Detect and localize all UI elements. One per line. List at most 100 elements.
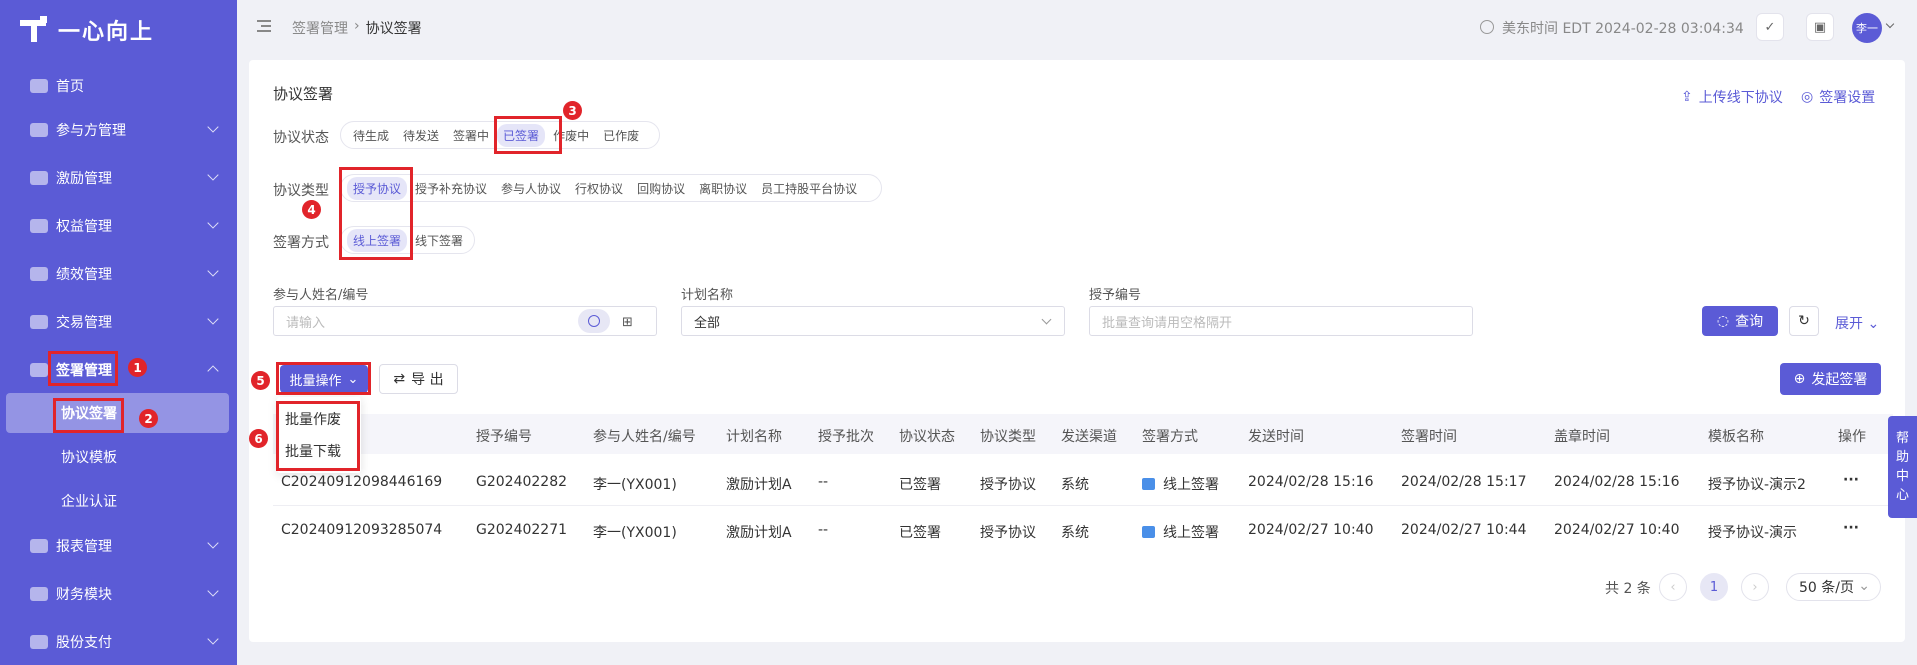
chevron-down-icon bbox=[207, 169, 219, 181]
sidebar-item-performance[interactable]: 绩效管理 bbox=[0, 254, 237, 294]
sidebar-subitem-enterprise-auth[interactable]: 企业认证 bbox=[0, 481, 237, 521]
chevron-down-icon bbox=[207, 217, 219, 229]
reports-icon bbox=[30, 539, 48, 553]
grant-placeholder: 批量查询请用空格隔开 bbox=[1102, 315, 1233, 331]
type-tab-exercise[interactable]: 行权协议 bbox=[569, 177, 629, 200]
sidebar-item-signing[interactable]: 签署管理 bbox=[0, 350, 237, 390]
seal-time-cell: 2024/02/28 15:16 bbox=[1554, 474, 1680, 490]
sidebar-item-home[interactable]: 首页 bbox=[0, 66, 237, 106]
signing-settings-link[interactable]: ◎ 签署设置 bbox=[1801, 87, 1875, 107]
sidebar-item-equity[interactable]: 权益管理 bbox=[0, 206, 237, 246]
breadcrumb-item[interactable]: 签署管理 bbox=[292, 18, 348, 38]
help-char: 助 bbox=[1895, 450, 1909, 465]
query-button-label: 查询 bbox=[1735, 314, 1764, 330]
query-button[interactable]: ◌ 查询 bbox=[1702, 306, 1778, 336]
plan-name-cell: 激励计划A bbox=[726, 477, 792, 493]
upload-offline-agreement-link[interactable]: ⇪ 上传线下协议 bbox=[1681, 87, 1783, 107]
status-tab-pending-send[interactable]: 待发送 bbox=[397, 124, 445, 147]
page-title: 协议签署 bbox=[273, 85, 334, 103]
launch-signing-label: 发起签署 bbox=[1811, 372, 1868, 388]
type-tab-esop-platform[interactable]: 员工持股平台协议 bbox=[755, 177, 863, 200]
participant-field-label: 参与人姓名/编号 bbox=[273, 288, 369, 303]
type-tab-group: 授予协议 授予补充协议 参与人协议 行权协议 回购协议 离职协议 员工持股平台协… bbox=[340, 174, 882, 202]
next-page-button[interactable]: › bbox=[1741, 573, 1769, 601]
gift-icon: ▣ bbox=[1813, 19, 1827, 35]
chevron-down-icon: ⌄ bbox=[1867, 316, 1880, 332]
export-button[interactable]: ⇄ 导 出 bbox=[379, 364, 458, 394]
annotation-box bbox=[494, 116, 562, 154]
collapse-menu-icon[interactable] bbox=[257, 20, 271, 32]
scan-icon[interactable] bbox=[578, 309, 610, 333]
column-header: 发送时间 bbox=[1248, 429, 1304, 445]
sidebar-item-share-payment[interactable]: 股份支付 bbox=[0, 622, 237, 662]
page-size-select[interactable]: 50 条/页 ⌄ bbox=[1786, 573, 1881, 601]
status-tab-signing[interactable]: 签署中 bbox=[447, 124, 495, 147]
help-center-tab[interactable]: 帮 助 中 心 bbox=[1888, 416, 1917, 518]
annotation-box bbox=[339, 167, 413, 260]
participant-placeholder: 请输入 bbox=[286, 315, 326, 331]
type-tab-resignation[interactable]: 离职协议 bbox=[693, 177, 753, 200]
sidebar-item-trading[interactable]: 交易管理 bbox=[0, 302, 237, 342]
batch-select-icon[interactable]: ⊞ bbox=[622, 315, 633, 330]
channel-cell: 系统 bbox=[1061, 477, 1089, 493]
grant-batch-cell: -- bbox=[818, 474, 829, 490]
sidebar-subitem-agreement-template[interactable]: 协议模板 bbox=[0, 437, 237, 477]
type-tab-participant[interactable]: 参与人协议 bbox=[495, 177, 567, 200]
type-filter-label: 协议类型 bbox=[273, 183, 329, 199]
launch-signing-button[interactable]: ⊕ 发起签署 bbox=[1780, 363, 1881, 395]
grant-number-input[interactable]: 批量查询请用空格隔开 bbox=[1089, 306, 1473, 336]
column-header: 盖章时间 bbox=[1554, 429, 1610, 445]
method-tab-offline[interactable]: 线下签署 bbox=[409, 229, 469, 252]
trading-icon bbox=[30, 315, 48, 329]
plan-select[interactable]: 全部 bbox=[681, 306, 1065, 336]
type-cell: 授予协议 bbox=[980, 525, 1036, 541]
status-tab-pending-generate[interactable]: 待生成 bbox=[347, 124, 395, 147]
sidebar-item-label: 首页 bbox=[56, 79, 84, 95]
sidebar-item-incentive[interactable]: 激励管理 bbox=[0, 158, 237, 198]
avatar[interactable]: 李一 bbox=[1852, 13, 1882, 43]
column-header: 签署时间 bbox=[1401, 429, 1457, 445]
equity-icon bbox=[30, 219, 48, 233]
chevron-left-icon: ‹ bbox=[1670, 579, 1676, 595]
annotation-badge: 2 bbox=[139, 409, 158, 428]
breadcrumb: 签署管理 › 协议签署 bbox=[292, 18, 422, 38]
annotation-box bbox=[276, 362, 371, 395]
reset-button[interactable]: ↻ bbox=[1789, 306, 1819, 336]
grant-number-cell: G202402271 bbox=[476, 522, 568, 538]
export-icon: ⇄ bbox=[393, 371, 406, 387]
status-tab-voided[interactable]: 已作废 bbox=[597, 124, 645, 147]
prev-page-button[interactable]: ‹ bbox=[1659, 573, 1687, 601]
home-icon bbox=[30, 79, 48, 93]
sidebar-item-finance[interactable]: 财务模块 bbox=[0, 574, 237, 614]
incentive-icon bbox=[30, 171, 48, 185]
sidebar: 一心向上 首页 参与方管理 激励管理 权益管理 绩效管理 交易管理 签署管理 协… bbox=[0, 0, 237, 665]
sidebar-item-label: 财务模块 bbox=[56, 587, 112, 603]
chevron-right-icon: › bbox=[1752, 579, 1758, 595]
annotation-badge: 3 bbox=[563, 101, 582, 120]
sidebar-item-reports[interactable]: 报表管理 bbox=[0, 526, 237, 566]
tasks-button[interactable]: ✓ bbox=[1756, 13, 1784, 41]
type-tab-repurchase[interactable]: 回购协议 bbox=[631, 177, 691, 200]
annotation-box bbox=[276, 401, 360, 471]
more-actions-icon[interactable]: ··· bbox=[1843, 472, 1859, 488]
logo[interactable]: 一心向上 bbox=[20, 12, 154, 48]
expand-toggle[interactable]: 展开 ⌄ bbox=[1835, 313, 1879, 333]
template-name-cell: 授予协议-演示 bbox=[1708, 525, 1798, 541]
grant-number-cell: G202402282 bbox=[476, 474, 568, 490]
participant-cell: 李一(YX001) bbox=[593, 477, 677, 493]
chevron-down-icon bbox=[207, 313, 219, 325]
pagination-total: 共 2 条 bbox=[1605, 581, 1651, 597]
chevron-down-icon bbox=[207, 265, 219, 277]
current-time: 美东时间 EDT 2024-02-28 03:04:34 bbox=[1502, 21, 1744, 37]
type-tab-grant-supplement[interactable]: 授予补充协议 bbox=[409, 177, 493, 200]
refresh-icon: ↻ bbox=[1798, 313, 1810, 329]
more-actions-icon[interactable]: ··· bbox=[1843, 520, 1859, 536]
gift-button[interactable]: ▣ bbox=[1806, 13, 1834, 41]
page-number-current[interactable]: 1 bbox=[1700, 573, 1728, 601]
method-text: 线上签署 bbox=[1163, 477, 1219, 493]
sidebar-item-participants[interactable]: 参与方管理 bbox=[0, 110, 237, 150]
status-filter-label: 协议状态 bbox=[273, 130, 329, 146]
chevron-down-icon: ⌄ bbox=[1858, 578, 1870, 594]
chevron-down-icon bbox=[207, 537, 219, 549]
plan-select-value: 全部 bbox=[694, 315, 721, 331]
